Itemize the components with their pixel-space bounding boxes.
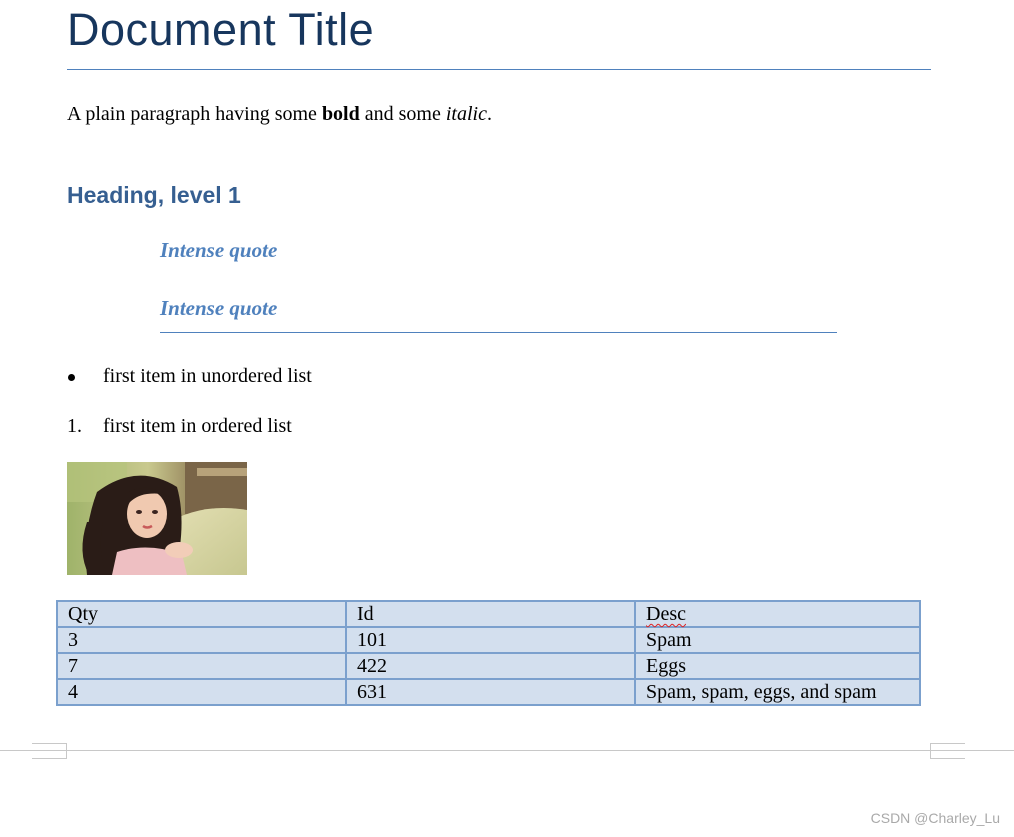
table-header-cell: Id — [345, 600, 636, 628]
page-corner-mark-left — [32, 743, 67, 759]
heading-level-1: Heading, level 1 — [67, 182, 241, 208]
paragraph-bold-text: bold — [321, 103, 360, 125]
title-underline-rule — [67, 69, 931, 70]
list-item-text: first item in unordered list — [103, 365, 312, 387]
table-row: 7 422 Eggs — [56, 652, 921, 680]
paragraph-middle-text: and some — [359, 103, 446, 125]
list-number: 1. — [67, 415, 82, 437]
table-cell: Spam, spam, eggs, and spam — [634, 678, 921, 706]
table-cell: Eggs — [634, 652, 921, 680]
table-header-cell: Desc — [634, 600, 921, 628]
table-cell: Spam — [634, 626, 921, 654]
table-row: 4 631 Spam, spam, eggs, and spam — [56, 678, 921, 706]
paragraph-italic-text: italic — [445, 103, 487, 125]
table-cell: 422 — [345, 652, 636, 680]
intense-quote: Intense quote — [160, 238, 278, 262]
data-table: Qty Id Desc 3 101 Spam 7 422 Eggs 4 631 … — [56, 600, 921, 706]
table-cell: 3 — [56, 626, 347, 654]
embedded-photo[interactable] — [67, 462, 247, 575]
table-header-cell: Qty — [56, 600, 347, 628]
paragraph-end-text: . — [486, 103, 492, 125]
table-header-row: Qty Id Desc — [56, 600, 921, 628]
bullet-icon — [68, 374, 75, 381]
list-item-text: first item in ordered list — [103, 415, 292, 437]
table-cell: 631 — [345, 678, 636, 706]
table-row: 3 101 Spam — [56, 626, 921, 654]
table-cell: 7 — [56, 652, 347, 680]
spellcheck-flagged-word[interactable]: Desc — [646, 603, 686, 625]
page-corner-mark-right — [930, 743, 965, 759]
page-boundary-line — [0, 750, 1014, 751]
intense-quote-rule — [160, 332, 837, 333]
watermark-text: CSDN @Charley_Lu — [870, 810, 1000, 826]
table-cell: 101 — [345, 626, 636, 654]
plain-paragraph: A plain paragraph having some bold and s… — [67, 100, 492, 128]
document-title: Document Title — [67, 4, 375, 55]
portrait-photo-image — [67, 462, 247, 575]
intense-quote: Intense quote — [160, 296, 278, 320]
paragraph-plain-text: A plain paragraph having some — [67, 103, 322, 125]
table-cell: 4 — [56, 678, 347, 706]
